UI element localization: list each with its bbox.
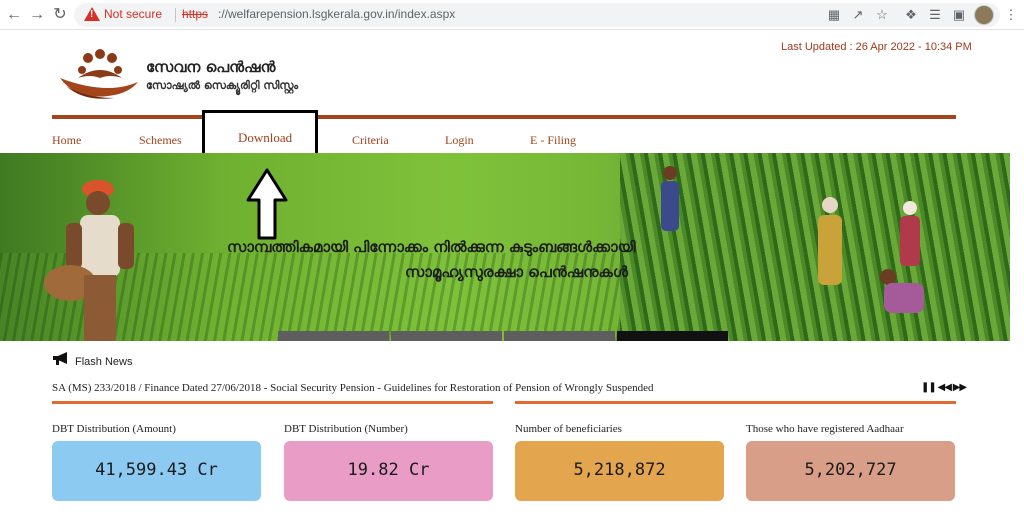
nav-efiling[interactable]: E - Filing [530,133,576,148]
stat-value: 41,599.43 Cr [95,460,218,480]
nav-criteria[interactable]: Criteria [352,133,389,148]
news-controls[interactable]: ❚❚ ◀◀ ▶▶ [921,382,967,393]
stat-label: Number of beneficiaries [515,423,622,435]
warning-icon [84,7,100,21]
hero-banner: സാമ്പത്തികമായി പിന്നോക്കം നിൽക്കുന്ന കുട… [0,153,1010,341]
share-icon[interactable]: ↗ [849,6,867,24]
extensions-icon[interactable]: ❖ [902,6,920,24]
banner-subtagline: സാമൂഹ്യസുരക്ഷാ പെൻഷനുകൾ [405,263,628,281]
worker-image [661,166,679,231]
flash-news-label: Flash News [75,356,133,368]
menu-icon[interactable]: ⋮ [1002,6,1020,24]
avatar[interactable] [974,5,994,25]
nav-download[interactable]: Download [238,130,292,146]
media-icon[interactable]: ☰ [926,6,944,24]
divider [175,8,176,22]
up-arrow-icon [246,168,288,240]
slide-indicator[interactable] [391,331,502,341]
browser-toolbar: ← → ↻ Not secure https ://welfarepension… [0,0,1024,30]
slide-indicator[interactable] [504,331,615,341]
url-scheme: https [182,7,209,21]
flash-news-item[interactable]: SA (MS) 233/2018 / Finance Dated 27/06/2… [52,382,654,394]
header-divider [52,115,956,119]
logo-icon[interactable] [58,48,140,102]
site-subtitle: സോഷ്യൽ സെക്യൂരിറ്റി സിസ്റ്റം [146,79,299,92]
sidepanel-icon[interactable]: ▣ [950,6,968,24]
stat-value: 5,218,872 [573,460,666,480]
nav-schemes[interactable]: Schemes [139,133,182,148]
site-title: സേവന പെൻഷൻ [146,58,276,76]
reload-icon[interactable]: ↻ [50,5,70,25]
farmer-image [44,180,134,341]
section-divider [515,401,956,404]
forward-icon[interactable]: → [27,5,47,25]
stat-card-aadhaar: 5,202,727 [746,441,955,501]
nav-home[interactable]: Home [52,133,81,148]
stat-value: 19.82 Cr [347,460,430,480]
stat-card-number: 19.82 Cr [284,441,493,501]
back-icon[interactable]: ← [4,5,24,25]
section-divider [52,401,493,404]
security-status[interactable]: Not secure [104,7,162,21]
nav-login[interactable]: Login [445,133,474,148]
worker-image [818,197,842,285]
stat-value: 5,202,727 [804,460,897,480]
translate-icon[interactable]: ▦ [825,6,843,24]
stat-card-amount: 41,599.43 Cr [52,441,261,501]
stat-label: DBT Distribution (Number) [284,423,408,435]
banner-tagline: സാമ്പത്തികമായി പിന്നോക്കം നിൽക്കുന്ന കുട… [227,238,636,256]
slide-indicator-active[interactable] [617,331,728,341]
stat-card-beneficiaries: 5,218,872 [515,441,724,501]
slide-indicator[interactable] [278,331,389,341]
stat-label: DBT Distribution (Amount) [52,423,176,435]
last-updated-text: Last Updated : 26 Apr 2022 - 10:34 PM [781,41,972,53]
stat-label: Those who have registered Aadhaar [746,423,904,435]
worker-image [900,201,920,266]
url-text: ://welfarepension.lsgkerala.gov.in/index… [218,7,456,21]
star-icon[interactable]: ☆ [873,6,891,24]
megaphone-icon [53,352,67,365]
